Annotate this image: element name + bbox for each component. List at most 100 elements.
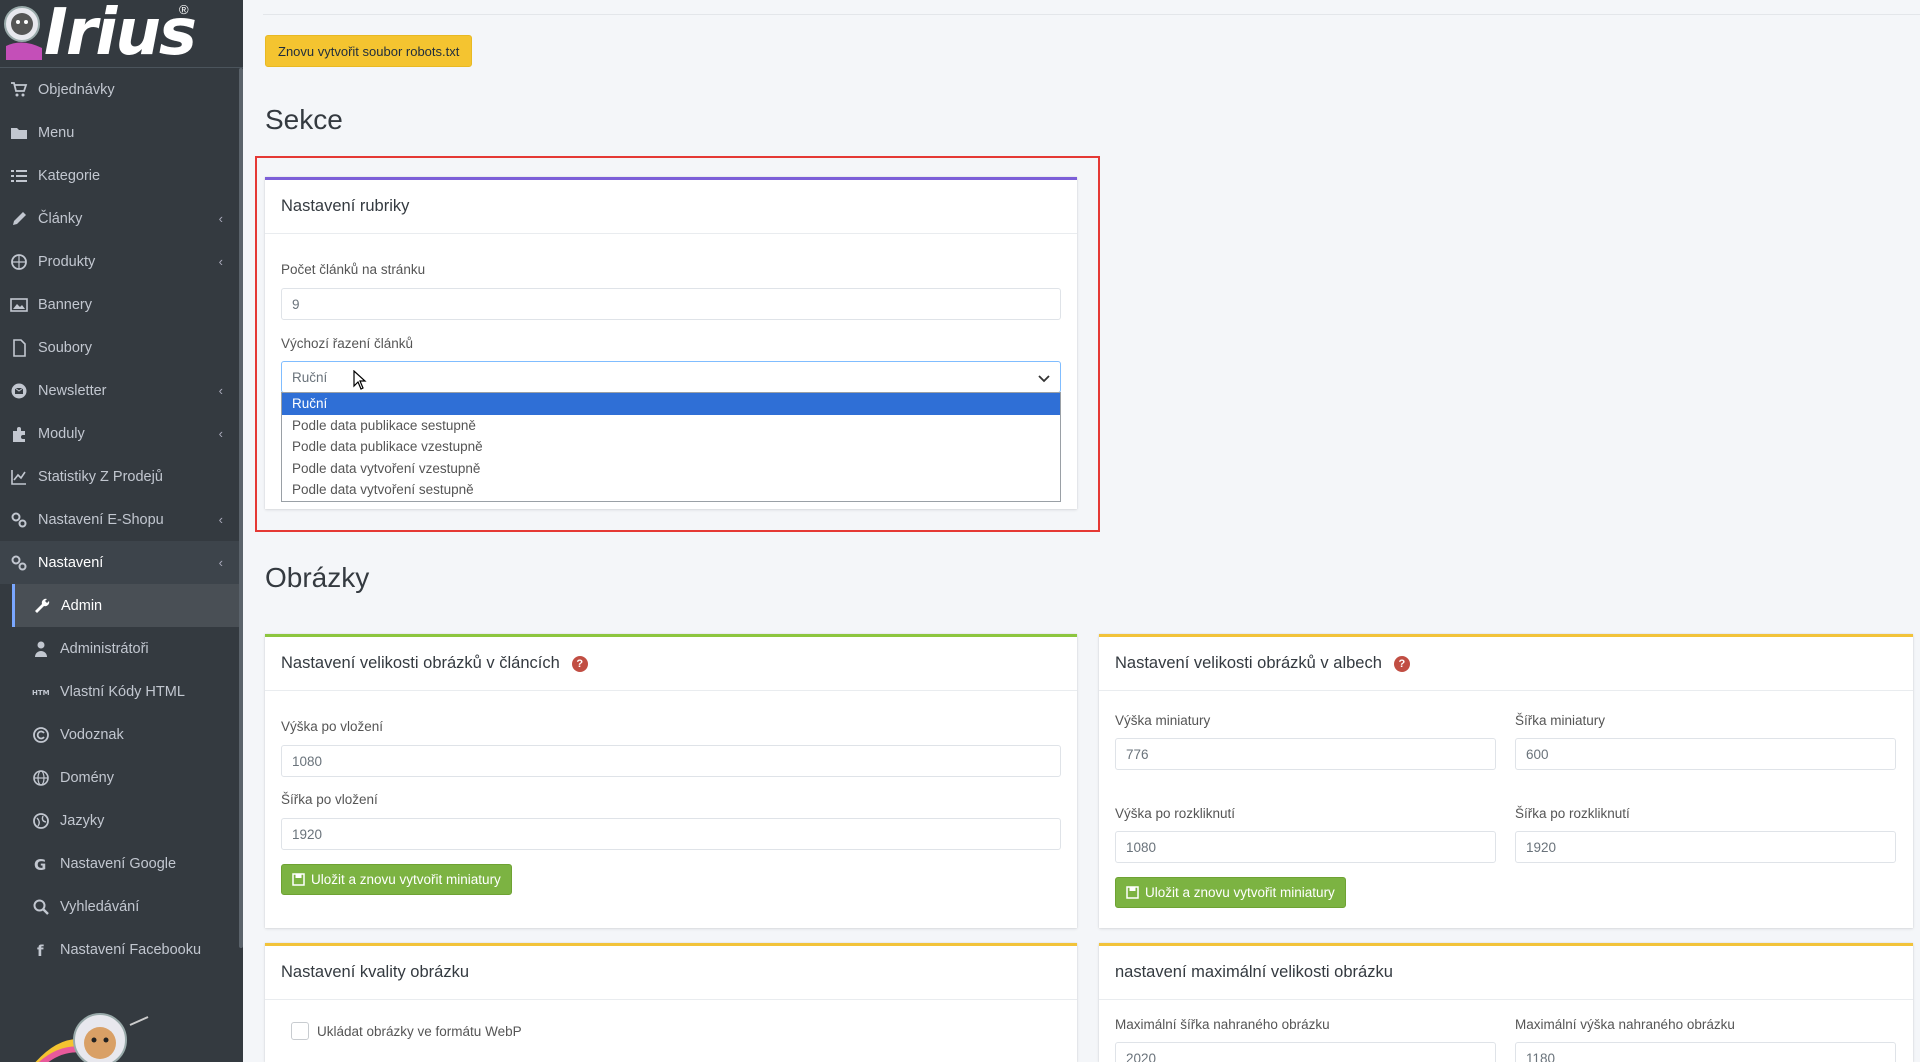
- sidebar-subitem-8[interactable]: f Nastavení Facebooku: [0, 928, 243, 971]
- save-album-thumbnails-button[interactable]: Uložit a znovu vytvořit miniatury: [1115, 877, 1346, 908]
- help-icon[interactable]: ?: [1393, 655, 1410, 672]
- sidebar-subitem-label: Domény: [60, 769, 114, 786]
- regenerate-robots-button[interactable]: Znovu vytvořit soubor robots.txt: [265, 35, 473, 67]
- insert-height-input[interactable]: 1080: [281, 745, 1061, 777]
- sidebar-nav: Objednávky Menu Kategorie Články ‹ Produkty ‹ B…: [0, 68, 243, 584]
- sidebar-subitem-0[interactable]: Admin: [12, 584, 243, 627]
- open-width-input[interactable]: 1920: [1515, 831, 1896, 863]
- quality-card-title: Nastavení kvality obrázku: [281, 963, 470, 981]
- mail-circle-icon: [10, 382, 28, 400]
- album-images-card-title: Nastavení velikosti obrázků v albech: [1115, 654, 1382, 672]
- max-width-label: Maximální šířka nahraného obrázku: [1115, 1017, 1330, 1032]
- open-height-input[interactable]: 1080: [1115, 831, 1496, 863]
- sidebar-subnav: Admin Administrátoři HTML Vlastní Kódy HTML…: [0, 584, 243, 971]
- max-size-card-title: nastavení maximální velikosti obrázku: [1115, 963, 1393, 981]
- sidebar-item-3[interactable]: Články ‹: [0, 197, 243, 240]
- cogs-icon: [10, 554, 28, 572]
- max-width-input[interactable]: 2020: [1115, 1042, 1496, 1062]
- max-height-label: Maximální výška nahraného obrázku: [1515, 1017, 1735, 1032]
- sort-option[interactable]: Podle data vytvoření vzestupně: [282, 458, 1060, 480]
- image-icon: [10, 296, 28, 314]
- sidebar-subitem-4[interactable]: Domény: [0, 756, 243, 799]
- sidebar-subitem-6[interactable]: G Nastavení Google: [0, 842, 243, 885]
- google-icon: G: [32, 855, 50, 873]
- sidebar-item-10[interactable]: Nastavení E-Shopu ‹: [0, 498, 243, 541]
- sort-dropdown-list: Ruční Podle data publikace sestupně Podle …: [281, 392, 1061, 502]
- sidebar-item-8[interactable]: Moduly ‹: [0, 412, 243, 455]
- save-album-thumbnails-label: Uložit a znovu vytvořit miniatury: [1145, 885, 1335, 900]
- sidebar-subitem-label: Vlastní Kódy HTML: [60, 683, 185, 700]
- search-icon: [32, 898, 50, 916]
- svg-text:f: f: [37, 942, 44, 959]
- album-images-card: Nastavení velikosti obrázků v albech ? V…: [1099, 634, 1913, 928]
- sidebar-item-label: Menu: [38, 124, 75, 141]
- sidebar-item-4[interactable]: Produkty ‹: [0, 240, 243, 283]
- max-height-input[interactable]: 1180: [1515, 1042, 1896, 1062]
- quality-card: Nastavení kvality obrázku Ukládat obrázk…: [265, 943, 1077, 1062]
- per-page-input[interactable]: 9: [281, 288, 1061, 320]
- thumb-width-label: Šířka miniatury: [1515, 713, 1606, 728]
- sidebar-item-1[interactable]: Menu: [0, 111, 243, 154]
- user-icon: [32, 640, 50, 658]
- clanky-images-card-header: Nastavení velikosti obrázků v článcích ?: [265, 637, 1077, 691]
- sort-select[interactable]: Ruční: [281, 361, 1061, 393]
- sidebar-subitem-2[interactable]: HTML Vlastní Kódy HTML: [0, 670, 243, 713]
- insert-width-input[interactable]: 1920: [281, 818, 1061, 850]
- sidebar-subitem-5[interactable]: Jazyky: [0, 799, 243, 842]
- sort-option[interactable]: Podle data publikace vzestupně: [282, 436, 1060, 458]
- chevron-left-icon: ‹: [218, 426, 223, 441]
- html-icon: HTML: [32, 683, 50, 701]
- sidebar-item-5[interactable]: Bannery: [0, 283, 243, 326]
- cart-icon: [10, 81, 28, 99]
- sidebar-item-0[interactable]: Objednávky: [0, 68, 243, 111]
- open-width-label: Šířka po rozkliknutí: [1515, 806, 1630, 821]
- sidebar-item-label: Statistiky Z Prodejů: [38, 468, 163, 485]
- save-clanky-thumbnails-button[interactable]: Uložit a znovu vytvořit miniatury: [281, 864, 512, 895]
- sidebar-item-label: Nastavení: [38, 554, 104, 571]
- sidebar-subitem-label: Administrátoři: [60, 640, 149, 657]
- album-images-card-header: Nastavení velikosti obrázků v albech ?: [1099, 637, 1913, 691]
- webp-checkbox-label[interactable]: Ukládat obrázky ve formátu WebP: [317, 1024, 522, 1039]
- sidebar-subitem-3[interactable]: Vodoznak: [0, 713, 243, 756]
- sort-option[interactable]: Ruční: [282, 393, 1060, 415]
- sort-label: Výchozí řazení článků: [281, 336, 414, 351]
- rubrika-card-title: Nastavení rubriky: [281, 197, 410, 215]
- basketball-icon: [10, 253, 28, 271]
- brand[interactable]: Irius ®: [0, 0, 243, 70]
- open-height-label: Výška po rozkliknutí: [1115, 806, 1236, 821]
- main-content: Znovu vytvořit soubor robots.txt Sekce N…: [243, 0, 1920, 1062]
- sidebar-subitem-7[interactable]: Vyhledávání: [0, 885, 243, 928]
- sort-option[interactable]: Podle data vytvoření sestupně: [282, 479, 1060, 501]
- sidebar-subitem-label: Admin: [61, 597, 103, 614]
- dog-mascot-icon: [35, 1013, 149, 1062]
- rubrika-card-header: Nastavení rubriky: [265, 180, 1077, 234]
- webp-checkbox[interactable]: [291, 1022, 309, 1040]
- sidebar-item-11[interactable]: Nastavení ‹: [0, 541, 243, 584]
- astronaut-mascot-icon: [4, 6, 42, 60]
- save-clanky-thumbnails-label: Uložit a znovu vytvořit miniatury: [311, 872, 501, 887]
- sidebar-item-6[interactable]: Soubory: [0, 326, 243, 369]
- help-icon[interactable]: ?: [571, 655, 588, 672]
- chevron-down-icon: [1038, 375, 1050, 383]
- puzzle-icon: [10, 425, 28, 443]
- section-title-obrazky: Obrázky: [265, 562, 370, 593]
- thumb-height-label: Výška miniatury: [1115, 713, 1211, 728]
- sidebar-item-label: Nastavení E-Shopu: [38, 511, 164, 528]
- thumb-height-input[interactable]: 776: [1115, 738, 1496, 770]
- sidebar-item-label: Články: [38, 210, 83, 227]
- sidebar-item-label: Newsletter: [38, 382, 107, 399]
- wrench-icon: [33, 597, 51, 615]
- file-icon: [10, 338, 28, 357]
- sort-option[interactable]: Podle data publikace sestupně: [282, 415, 1060, 437]
- sidebar-item-2[interactable]: Kategorie: [0, 154, 243, 197]
- chevron-left-icon: ‹: [218, 555, 223, 570]
- sidebar-subitem-1[interactable]: Administrátoři: [0, 627, 243, 670]
- registered-mark: ®: [179, 2, 189, 17]
- sidebar-item-9[interactable]: Statistiky Z Prodejů: [0, 455, 243, 498]
- pencil-icon: [10, 210, 28, 228]
- sidebar-item-label: Produkty: [38, 253, 96, 270]
- max-size-card: nastavení maximální velikosti obrázku Ma…: [1099, 943, 1913, 1062]
- thumb-width-input[interactable]: 600: [1515, 738, 1896, 770]
- top-divider: [263, 14, 1920, 15]
- sidebar-item-7[interactable]: Newsletter ‹: [0, 369, 243, 412]
